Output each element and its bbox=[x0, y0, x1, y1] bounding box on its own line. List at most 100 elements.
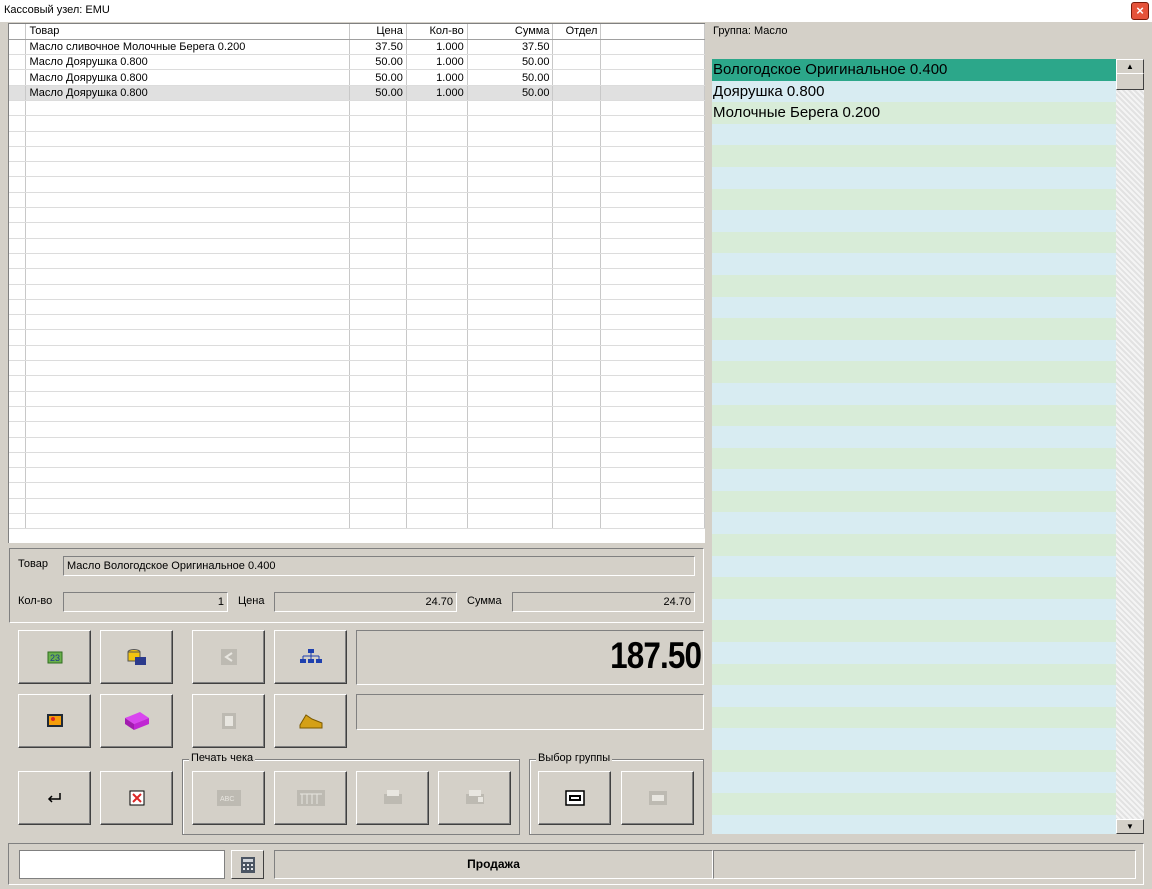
product-list[interactable]: Вологодское Оригинальное 0.400 Доярушка 0… bbox=[712, 59, 1116, 834]
list-item[interactable] bbox=[712, 426, 1116, 448]
list-item[interactable]: Доярушка 0.800 bbox=[712, 80, 1116, 103]
qty-field[interactable]: 1 bbox=[63, 592, 228, 612]
list-item[interactable] bbox=[712, 706, 1116, 729]
hierarchy-button[interactable] bbox=[274, 630, 347, 684]
receipt-grid[interactable]: Товар Цена Кол-во Сумма Отдел Масло слив… bbox=[8, 23, 705, 543]
table-row[interactable]: Масло сливочное Молочные Берега 0.200 37.… bbox=[9, 39, 705, 56]
scroll-up-button[interactable]: ▲ bbox=[1116, 59, 1144, 74]
list-item[interactable] bbox=[712, 728, 1116, 750]
table-row[interactable] bbox=[9, 238, 705, 254]
table-row[interactable] bbox=[9, 437, 705, 453]
table-row[interactable] bbox=[9, 207, 705, 224]
table-row[interactable]: Масло Доярушка 0.800 50.00 1.000 50.00 bbox=[9, 54, 705, 71]
table-row[interactable] bbox=[9, 406, 705, 423]
barcode-input[interactable] bbox=[19, 850, 225, 879]
list-item[interactable] bbox=[712, 253, 1116, 275]
table-row[interactable] bbox=[9, 482, 705, 499]
database-button[interactable] bbox=[100, 630, 173, 684]
print-archive-button[interactable] bbox=[274, 771, 347, 825]
product-list-scrollbar[interactable]: ▲ ▼ bbox=[1116, 59, 1144, 834]
table-row[interactable] bbox=[9, 467, 705, 484]
select-group-button[interactable] bbox=[538, 771, 611, 825]
table-row[interactable] bbox=[9, 268, 705, 285]
table-row[interactable] bbox=[9, 253, 705, 270]
table-row[interactable] bbox=[9, 131, 705, 147]
table-row[interactable] bbox=[9, 329, 705, 346]
list-item[interactable] bbox=[712, 685, 1116, 707]
list-item[interactable] bbox=[712, 577, 1116, 599]
table-row[interactable] bbox=[9, 100, 705, 117]
list-item[interactable] bbox=[712, 382, 1116, 405]
cancel-button[interactable] bbox=[100, 771, 173, 825]
table-row[interactable] bbox=[9, 375, 705, 392]
table-row[interactable] bbox=[9, 513, 705, 530]
table-row[interactable] bbox=[9, 222, 705, 239]
list-item[interactable]: Молочные Берега 0.200 bbox=[712, 102, 1116, 124]
list-item[interactable] bbox=[712, 318, 1116, 340]
picture-button[interactable] bbox=[18, 694, 91, 748]
list-item[interactable] bbox=[712, 814, 1116, 834]
table-row[interactable]: Масло Доярушка 0.800 50.00 1.000 50.00 bbox=[9, 69, 705, 86]
card-button[interactable] bbox=[192, 694, 265, 748]
list-item[interactable] bbox=[712, 512, 1116, 535]
table-row[interactable] bbox=[9, 284, 705, 300]
table-row[interactable] bbox=[9, 176, 705, 193]
table-row[interactable] bbox=[9, 498, 705, 515]
shoe-button[interactable] bbox=[274, 694, 347, 748]
scroll-thumb[interactable] bbox=[1116, 73, 1144, 90]
scroll-down-button[interactable]: ▼ bbox=[1116, 819, 1144, 834]
printer-copy-button[interactable] bbox=[438, 771, 511, 825]
table-row[interactable] bbox=[9, 314, 705, 331]
return-button[interactable] bbox=[192, 630, 265, 684]
list-item[interactable] bbox=[712, 447, 1116, 470]
list-item[interactable] bbox=[712, 469, 1116, 491]
table-row[interactable] bbox=[9, 345, 705, 362]
col-header-price[interactable]: Цена bbox=[349, 24, 407, 40]
empty-cell bbox=[467, 391, 554, 407]
calculator-button[interactable] bbox=[231, 850, 264, 879]
list-item[interactable] bbox=[712, 534, 1116, 556]
refresh-button[interactable]: 23 bbox=[18, 630, 91, 684]
list-item[interactable] bbox=[712, 793, 1116, 815]
list-item[interactable] bbox=[712, 404, 1116, 427]
list-item[interactable] bbox=[712, 274, 1116, 297]
list-item[interactable] bbox=[712, 620, 1116, 643]
table-row[interactable] bbox=[9, 421, 705, 438]
list-item[interactable] bbox=[712, 188, 1116, 211]
list-item[interactable] bbox=[712, 642, 1116, 664]
list-item[interactable] bbox=[712, 145, 1116, 167]
col-header-sum[interactable]: Сумма bbox=[467, 24, 554, 40]
list-item[interactable] bbox=[712, 296, 1116, 319]
enter-button[interactable] bbox=[18, 771, 91, 825]
col-header-item[interactable]: Товар bbox=[25, 24, 350, 40]
table-row[interactable] bbox=[9, 192, 705, 209]
select-group-alt-button[interactable] bbox=[621, 771, 694, 825]
list-item[interactable] bbox=[712, 598, 1116, 621]
print-text-button[interactable]: ABC bbox=[192, 771, 265, 825]
close-button[interactable]: × bbox=[1131, 2, 1149, 20]
list-item[interactable] bbox=[712, 123, 1116, 146]
table-row[interactable] bbox=[9, 391, 705, 407]
table-row[interactable] bbox=[9, 360, 705, 377]
list-item[interactable] bbox=[712, 210, 1116, 232]
list-item[interactable] bbox=[712, 166, 1116, 189]
list-item[interactable] bbox=[712, 339, 1116, 362]
list-item[interactable] bbox=[712, 361, 1116, 383]
table-row[interactable] bbox=[9, 161, 705, 178]
table-row[interactable] bbox=[9, 115, 705, 132]
table-row[interactable] bbox=[9, 452, 705, 469]
table-row[interactable] bbox=[9, 146, 705, 163]
list-item[interactable] bbox=[712, 555, 1116, 578]
eraser-button[interactable] bbox=[100, 694, 173, 748]
list-item[interactable] bbox=[712, 663, 1116, 686]
list-item[interactable] bbox=[712, 771, 1116, 794]
list-item[interactable] bbox=[712, 750, 1116, 772]
list-item[interactable] bbox=[712, 231, 1116, 254]
table-row[interactable] bbox=[9, 299, 705, 316]
col-header-qty[interactable]: Кол-во bbox=[406, 24, 468, 40]
table-row[interactable]: Масло Доярушка 0.800 50.00 1.000 50.00 bbox=[9, 85, 705, 101]
col-header-dept[interactable]: Отдел bbox=[552, 24, 602, 40]
list-item[interactable]: Вологодское Оригинальное 0.400 bbox=[712, 59, 1116, 81]
list-item[interactable] bbox=[712, 490, 1116, 513]
printer-button[interactable] bbox=[356, 771, 429, 825]
